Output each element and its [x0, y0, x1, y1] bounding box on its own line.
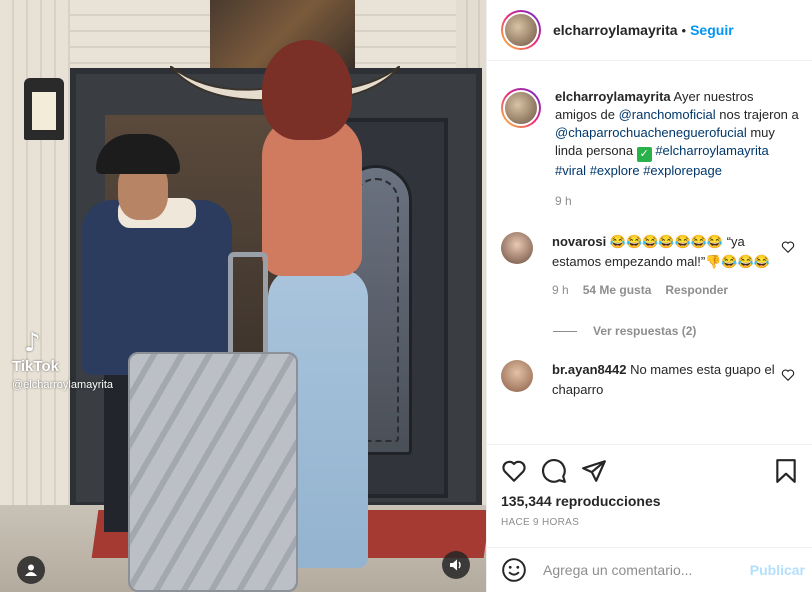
add-comment-bar: Publicar	[487, 547, 812, 592]
wall-lamp	[24, 78, 64, 140]
tiktok-wordmark: TikTok	[12, 358, 59, 375]
commenter-avatar[interactable]	[501, 360, 533, 392]
tiktok-handle: @elcharroylamayrita	[12, 379, 114, 391]
woman-sweater	[262, 116, 362, 276]
comment-likes[interactable]: 54 Me gusta	[583, 280, 652, 300]
comment-item: novarosi 😂😂😂😂😂😂😂 “ya estamos empezando m…	[487, 232, 812, 300]
replies-divider	[553, 330, 577, 332]
author-username[interactable]: elcharroylamayrita	[553, 22, 678, 38]
emoji-icon[interactable]	[501, 557, 527, 583]
heart-icon[interactable]	[501, 458, 527, 484]
mention-link[interactable]: @chaparrochuacheneguerofucial	[555, 125, 747, 140]
reply-button[interactable]: Responder	[665, 280, 728, 300]
hashtag-link[interactable]: #viral	[555, 163, 586, 178]
view-replies-label: Ver respuestas (2)	[593, 324, 697, 338]
caption-text: nos trajeron a	[719, 107, 799, 122]
comment-input[interactable]	[543, 562, 750, 578]
volume-button[interactable]	[442, 551, 470, 579]
author-avatar[interactable]	[501, 10, 541, 50]
commenter-username[interactable]: novarosi	[552, 234, 606, 249]
commenter-avatar[interactable]	[501, 232, 533, 264]
tiktok-logo-icon: ♪	[24, 328, 41, 358]
hashtag-link[interactable]: #explore	[590, 163, 640, 178]
comment-like-icon[interactable]	[781, 368, 795, 382]
comment-meta: 9 h 54 Me gusta Responder	[552, 280, 776, 300]
caption-username[interactable]: elcharroylamayrita	[555, 89, 671, 104]
post-actions: 135,344 reproducciones HACE 9 HORAS	[487, 444, 812, 547]
view-replies-button[interactable]: Ver respuestas (2)	[553, 324, 812, 338]
volume-icon	[450, 559, 461, 571]
post-timestamp[interactable]: HACE 9 HORAS	[501, 517, 799, 528]
action-icons	[501, 457, 799, 485]
mention-link[interactable]: @ranchomoficial	[619, 107, 716, 122]
post-video[interactable]: ♪ TikTok @elcharroylamayrita	[0, 0, 486, 592]
share-icon[interactable]	[581, 458, 607, 484]
post-sidebar: elcharroylamayrita • Seguir elcharroylam…	[486, 0, 812, 592]
comment-like-icon[interactable]	[781, 240, 795, 254]
hashtag-link[interactable]: #elcharroylamayrita	[655, 143, 768, 158]
bookmark-icon[interactable]	[773, 458, 799, 484]
suitcase-handle	[228, 252, 268, 358]
user-tag-button[interactable]	[17, 556, 45, 584]
comment-time[interactable]: 9 h	[552, 280, 569, 300]
separator-dot: •	[681, 22, 687, 38]
caption-avatar[interactable]	[501, 88, 541, 128]
follow-button[interactable]: Seguir	[690, 22, 734, 38]
comments-list[interactable]: elcharroylamayrita Ayer nuestros amigos …	[487, 62, 812, 444]
view-count[interactable]: 135,344 reproducciones	[501, 493, 799, 509]
check-emoji-icon: ✓	[636, 147, 652, 162]
woman-hair	[262, 40, 352, 140]
comment-item: br.ayan8442 No mames esta guapo el chapa…	[487, 360, 812, 400]
caption-time[interactable]: 9 h	[555, 192, 799, 210]
post-header: elcharroylamayrita • Seguir	[487, 0, 812, 61]
comment-icon[interactable]	[541, 458, 567, 484]
hashtag-link[interactable]: #explorepage	[643, 163, 722, 178]
post-comment-button[interactable]: Publicar	[750, 562, 805, 578]
post-caption: elcharroylamayrita Ayer nuestros amigos …	[487, 62, 812, 210]
suitcase	[128, 352, 298, 592]
tiktok-watermark: ♪ TikTok @elcharroylamayrita	[12, 330, 113, 391]
user-tag-icon	[25, 564, 37, 576]
commenter-username[interactable]: br.ayan8442	[552, 362, 626, 377]
